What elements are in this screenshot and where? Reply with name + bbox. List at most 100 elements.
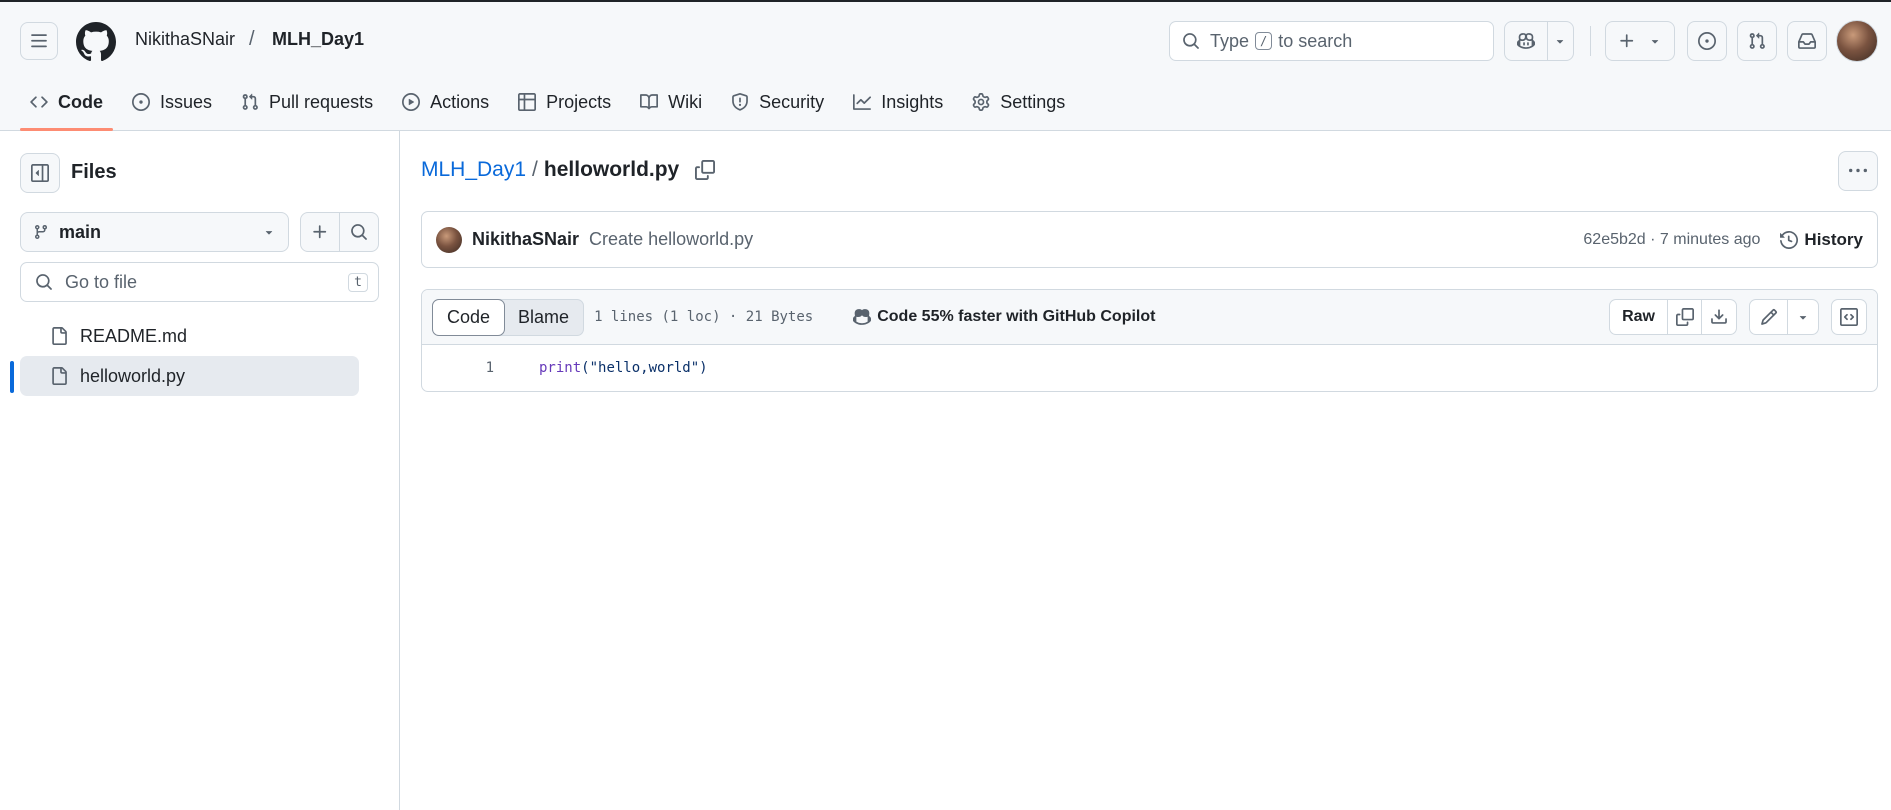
tab-actions-label: Actions (430, 91, 490, 112)
download-button[interactable] (1702, 300, 1736, 334)
edit-options-button[interactable] (1788, 300, 1818, 334)
book-icon (640, 94, 659, 110)
line-content: print("hello,world") (539, 360, 708, 376)
breadcrumb-separator: / (532, 158, 538, 181)
copilot-chat-button[interactable] (1505, 22, 1548, 60)
github-logo-icon[interactable] (76, 22, 116, 62)
file-tree-item-label: README.md (80, 325, 188, 346)
owner-repo-separator: / (249, 28, 255, 50)
latest-commit-box: NikithaSNair Create helloworld.py 62e5b2… (421, 211, 1878, 268)
tab-wiki[interactable]: Wiki (630, 82, 712, 122)
git-pull-request-icon (242, 93, 258, 110)
download-icon (1711, 309, 1727, 324)
file-actions: Raw (1609, 299, 1867, 335)
tab-actions[interactable]: Actions (392, 82, 499, 122)
notifications-button[interactable] (1787, 21, 1827, 61)
code-function-token: print (539, 360, 582, 376)
your-issues-button[interactable] (1687, 21, 1727, 61)
play-icon (402, 93, 421, 111)
code-view-tab[interactable]: Code (432, 298, 506, 336)
triangle-down-icon (265, 231, 273, 235)
plus-icon (1620, 34, 1634, 48)
tab-insights[interactable]: Insights (843, 82, 953, 122)
copilot-icon (853, 309, 872, 325)
commit-author-avatar[interactable] (436, 226, 462, 253)
tab-wiki-label: Wiki (668, 91, 703, 112)
branch-selector[interactable]: main (20, 212, 289, 252)
edit-file-button[interactable] (1750, 300, 1788, 334)
plus-icon (313, 225, 327, 239)
search-icon (36, 274, 52, 290)
go-to-file-input[interactable]: Go to file t (20, 262, 379, 302)
git-pull-request-icon (1749, 32, 1765, 49)
file-icon (52, 367, 67, 385)
search-code-button[interactable] (339, 212, 379, 252)
gear-icon (972, 93, 990, 111)
add-file-button[interactable] (300, 212, 340, 252)
raw-button[interactable]: Raw (1610, 300, 1668, 334)
history-button[interactable]: History (1780, 230, 1863, 250)
file-viewer: Code Blame 1 lines (1 loc) · 21 Bytes Co… (421, 289, 1878, 392)
commit-message-link[interactable]: Create helloworld.py (589, 229, 753, 250)
global-search-input[interactable]: Type / to search (1169, 21, 1494, 61)
raw-copy-download-group: Raw (1609, 299, 1737, 335)
edit-group (1749, 299, 1819, 335)
tab-projects[interactable]: Projects (508, 82, 621, 122)
search-shortcut-key: / (1255, 32, 1273, 50)
search-icon (1183, 33, 1199, 49)
symbols-panel-button[interactable] (1831, 299, 1867, 335)
hamburger-icon (31, 34, 47, 48)
top-border (0, 0, 1891, 2)
global-header: NikithaSNair / MLH_Day1 Type / to search… (0, 0, 1891, 131)
tab-pull-requests-label: Pull requests (269, 91, 374, 112)
tab-settings-label: Settings (1000, 91, 1066, 112)
blame-view-tab[interactable]: Blame (504, 300, 583, 335)
go-to-file-placeholder: Go to file (65, 271, 138, 292)
files-heading: Files (71, 161, 117, 183)
go-to-file-shortcut: t (348, 272, 368, 292)
triangle-down-icon (1557, 40, 1564, 44)
create-new-button[interactable] (1605, 21, 1675, 61)
search-suffix-text: to search (1278, 30, 1353, 51)
code-line: 1 print("hello,world") (422, 345, 1877, 391)
copy-icon (695, 160, 716, 180)
copilot-button-group (1504, 21, 1574, 61)
file-stats: 1 lines (1 loc) · 21 Bytes (594, 309, 814, 325)
copy-path-button[interactable] (695, 160, 716, 180)
collapse-file-tree-button[interactable] (20, 153, 60, 193)
commit-sha-time[interactable]: 62e5b2d · 7 minutes ago (1583, 231, 1760, 249)
more-options-button[interactable] (1838, 151, 1878, 191)
sidebar-expand-icon (31, 164, 49, 182)
triangle-down-icon (1799, 316, 1807, 320)
git-branch-icon (34, 225, 47, 240)
repo-name-link[interactable]: MLH_Day1 (272, 29, 364, 50)
issue-opened-icon (132, 93, 150, 111)
graph-icon (853, 94, 872, 110)
tab-code[interactable]: Code (20, 82, 113, 131)
tab-pull-requests[interactable]: Pull requests (231, 82, 383, 122)
branch-name: main (59, 221, 102, 242)
triangle-down-icon (1651, 40, 1659, 44)
table-icon (518, 93, 537, 111)
copilot-menu-button[interactable] (1548, 22, 1573, 60)
line-number[interactable]: 1 (422, 360, 494, 376)
breadcrumb-repo-link[interactable]: MLH_Day1 (421, 158, 526, 182)
commit-author-link[interactable]: NikithaSNair (472, 229, 579, 250)
tab-settings[interactable]: Settings (962, 82, 1075, 122)
repo-owner-link[interactable]: NikithaSNair (135, 29, 235, 50)
file-tree-item-helloworld[interactable]: helloworld.py (20, 356, 359, 396)
copy-icon (1675, 308, 1694, 326)
inbox-icon (1798, 33, 1816, 49)
selected-indicator (10, 361, 14, 393)
your-pull-requests-button[interactable] (1737, 21, 1777, 61)
tab-issues[interactable]: Issues (122, 82, 222, 122)
copilot-promo-link[interactable]: Code 55% faster with GitHub Copilot (853, 308, 1155, 326)
copy-raw-button[interactable] (1668, 300, 1702, 334)
breadcrumb-file-name: helloworld.py (543, 158, 680, 181)
file-tree-item-readme[interactable]: README.md (20, 316, 359, 356)
tab-security[interactable]: Security (721, 82, 834, 122)
open-global-nav-button[interactable] (20, 22, 58, 60)
history-label: History (1804, 229, 1863, 249)
user-avatar[interactable] (1836, 20, 1878, 62)
copilot-icon (1516, 33, 1535, 49)
